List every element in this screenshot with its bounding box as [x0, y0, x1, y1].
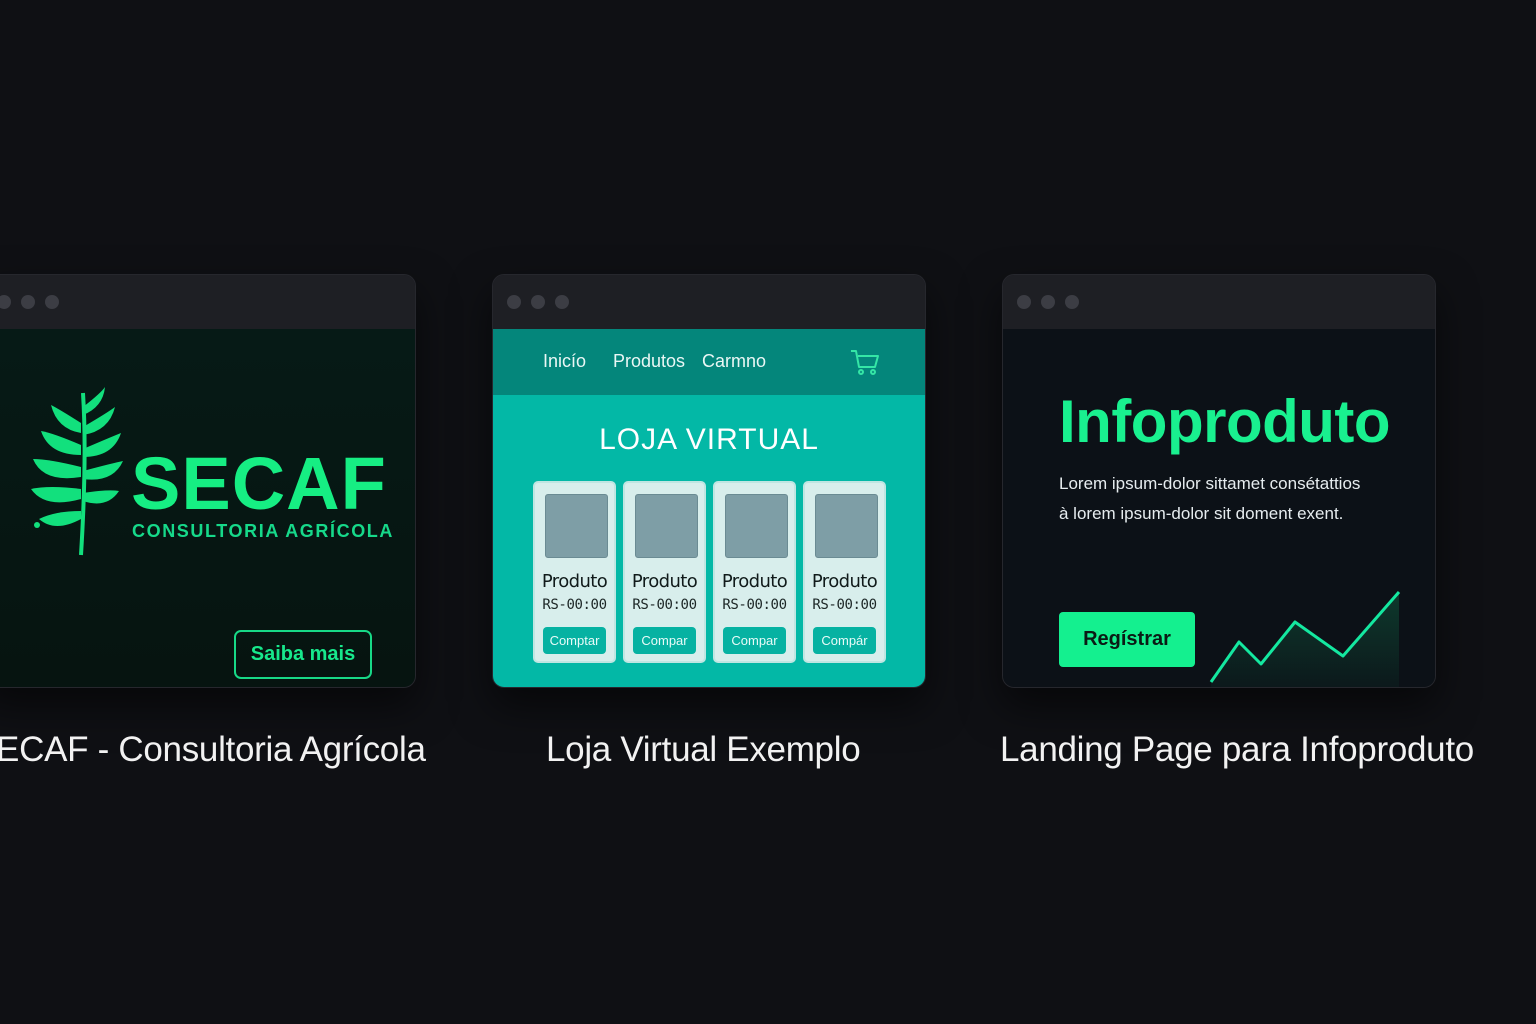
project-caption-loja[interactable]: Loja Virtual Exemplo — [546, 730, 861, 770]
product-image — [635, 494, 698, 558]
buy-button[interactable]: Compar — [633, 627, 696, 654]
cart-icon[interactable] — [849, 347, 881, 377]
product-price: RS-00:00 — [722, 597, 787, 613]
window-dot-icon — [21, 295, 35, 309]
product-price: RS-00:00 — [542, 597, 607, 613]
secaf-viewport: SECAF CONSULTORIA AGRÍCOLA Saiba mais — [0, 329, 415, 687]
product-name: Produto — [541, 571, 608, 592]
buy-button[interactable]: Comptar — [543, 627, 606, 654]
product-card[interactable]: Produto RS-00:00 Compár — [803, 481, 886, 663]
project-preview-infoproduto[interactable]: Infoproduto Lorem ipsum-dolor sittamet c… — [1002, 274, 1436, 688]
browser-titlebar — [493, 275, 925, 329]
product-image — [815, 494, 878, 558]
buy-button[interactable]: Compár — [813, 627, 876, 654]
portfolio-stage: SECAF CONSULTORIA AGRÍCOLA Saiba mais SE… — [0, 0, 1536, 1024]
loja-viewport: Inicío Produtos Carmno LOJA VIRTUAL Prod… — [493, 329, 925, 687]
shop-navbar: Inicío Produtos Carmno — [493, 329, 925, 395]
product-card[interactable]: Produto RS-00:00 Compar — [623, 481, 706, 663]
buy-button[interactable]: Compar — [723, 627, 786, 654]
project-preview-secaf[interactable]: SECAF CONSULTORIA AGRÍCOLA Saiba mais — [0, 274, 416, 688]
browser-titlebar — [0, 275, 415, 329]
infoproduto-description: Lorem ipsum-dolor sittamet consétattios … — [1059, 469, 1399, 529]
window-dot-icon — [507, 295, 521, 309]
window-dot-icon — [1041, 295, 1055, 309]
nav-link-produtos[interactable]: Produtos — [613, 351, 685, 372]
product-image — [545, 494, 608, 558]
project-preview-loja[interactable]: Inicío Produtos Carmno LOJA VIRTUAL Prod… — [492, 274, 926, 688]
secaf-brand-subtitle: CONSULTORIA AGRÍCOLA — [132, 521, 394, 541]
window-dot-icon — [1017, 295, 1031, 309]
product-image — [725, 494, 788, 558]
product-card[interactable]: Produto RS-00:00 Comptar — [533, 481, 616, 663]
shop-title: LOJA VIRTUAL — [599, 423, 819, 456]
product-name: Produto — [721, 571, 788, 592]
secaf-brand-title: SECAF — [131, 442, 387, 525]
leaf-icon — [31, 387, 123, 556]
project-caption-secaf[interactable]: SECAF - Consultoria Agrícola — [0, 730, 426, 770]
window-dot-icon — [0, 295, 11, 309]
nav-link-carrinho[interactable]: Carmno — [702, 351, 766, 372]
product-card[interactable]: Produto RS-00:00 Compar — [713, 481, 796, 663]
window-dot-icon — [1065, 295, 1079, 309]
saiba-mais-button[interactable]: Saiba mais — [234, 630, 372, 679]
description-line: à lorem ipsum-dolor sit doment exent. — [1059, 504, 1344, 523]
registrar-button[interactable]: Regístrar — [1059, 612, 1195, 667]
infoproduto-title: Infoproduto — [1059, 388, 1391, 455]
window-dot-icon — [555, 295, 569, 309]
product-name: Produto — [811, 571, 878, 592]
browser-titlebar — [1003, 275, 1435, 329]
nav-link-inicio[interactable]: Inicío — [543, 351, 586, 372]
product-grid: Produto RS-00:00 Comptar Produto RS-00:0… — [533, 481, 886, 663]
project-caption-infoproduto[interactable]: Landing Page para Infoproduto — [1000, 730, 1474, 770]
product-price: RS-00:00 — [632, 597, 697, 613]
product-price: RS-00:00 — [812, 597, 877, 613]
window-dot-icon — [45, 295, 59, 309]
window-dot-icon — [531, 295, 545, 309]
info-viewport: Infoproduto Lorem ipsum-dolor sittamet c… — [1003, 329, 1435, 687]
description-line: Lorem ipsum-dolor sittamet consétattios — [1059, 474, 1361, 493]
product-name: Produto — [631, 571, 698, 592]
growth-chart-icon — [1209, 591, 1401, 687]
